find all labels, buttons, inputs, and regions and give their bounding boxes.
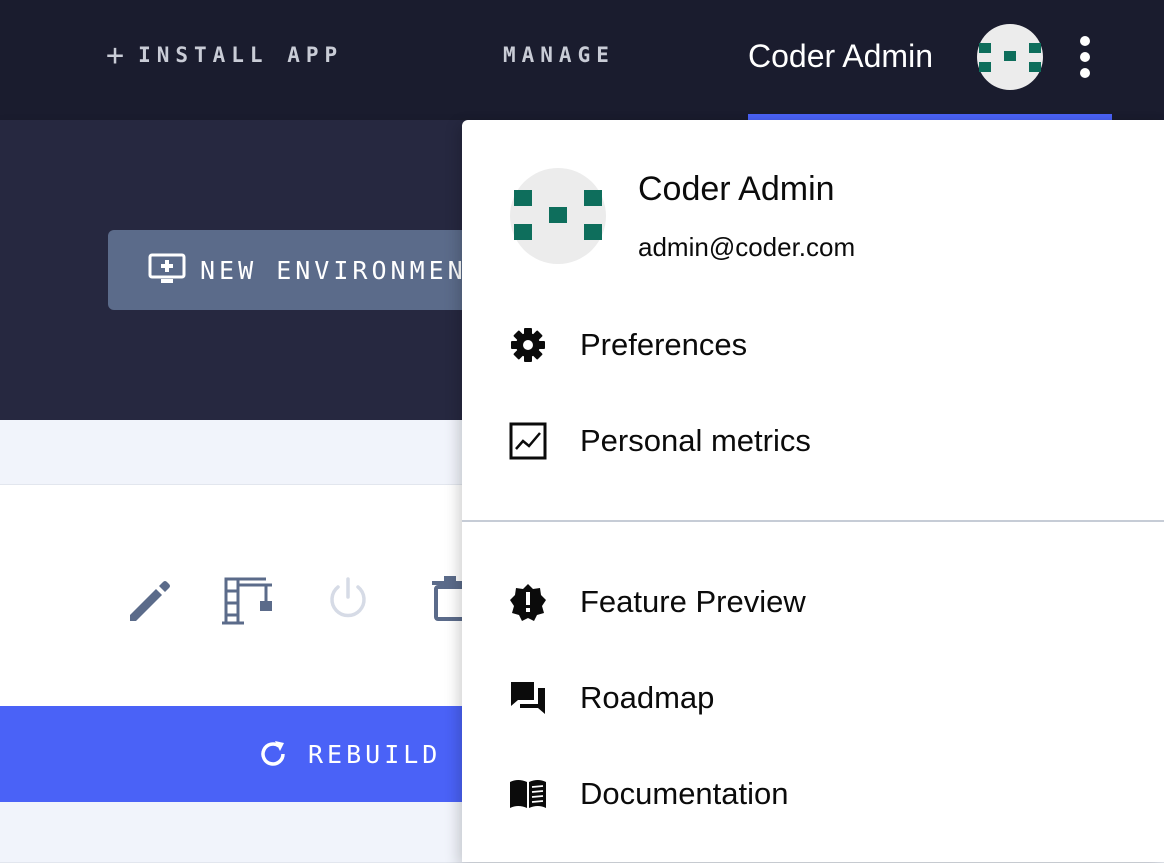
top-nav-bar: + INSTALL APP MANAGE Coder Admin: [0, 0, 1164, 120]
power-icon[interactable]: [326, 575, 370, 623]
menu-item-feature-preview[interactable]: Feature Preview: [462, 562, 1164, 642]
menu-item-label: Documentation: [580, 776, 789, 811]
menu-item-label: Personal metrics: [580, 423, 811, 458]
menu-item-roadmap[interactable]: Roadmap: [462, 658, 1164, 738]
chart-icon: [509, 422, 547, 460]
menu-user-email: admin@coder.com: [638, 232, 856, 262]
menu-user-name: Coder Admin: [638, 170, 835, 208]
menu-item-label: Roadmap: [580, 680, 715, 715]
forum-icon: [511, 682, 545, 714]
more-vert-icon[interactable]: [1070, 34, 1100, 80]
plus-icon: +: [106, 37, 125, 73]
crane-icon[interactable]: [222, 575, 276, 627]
menu-divider: [462, 520, 1164, 522]
book-icon: [510, 780, 546, 808]
badge-alert-icon: [510, 584, 546, 621]
refresh-icon: [261, 741, 285, 766]
install-app-label: INSTALL APP: [138, 43, 344, 67]
manage-link[interactable]: MANAGE: [503, 38, 615, 72]
gear-icon: [511, 328, 545, 362]
add-monitor-icon: [148, 253, 186, 283]
menu-avatar-icon: [510, 168, 606, 264]
install-app-link[interactable]: + INSTALL APP: [106, 37, 344, 73]
pencil-icon[interactable]: [126, 575, 170, 623]
menu-item-preferences[interactable]: Preferences: [462, 305, 1164, 385]
menu-item-label: Feature Preview: [580, 584, 806, 619]
user-menu-toggle[interactable]: Coder Admin: [748, 36, 933, 76]
avatar-icon[interactable]: [977, 24, 1043, 90]
user-dropdown-menu: Coder Admin admin@coder.com Preferences …: [462, 120, 1164, 862]
menu-item-personal-metrics[interactable]: Personal metrics: [462, 401, 1164, 481]
menu-item-label: Preferences: [580, 327, 748, 362]
new-environment-label: NEW ENVIRONMENT: [200, 255, 486, 285]
menu-item-documentation[interactable]: Documentation: [462, 754, 1164, 834]
